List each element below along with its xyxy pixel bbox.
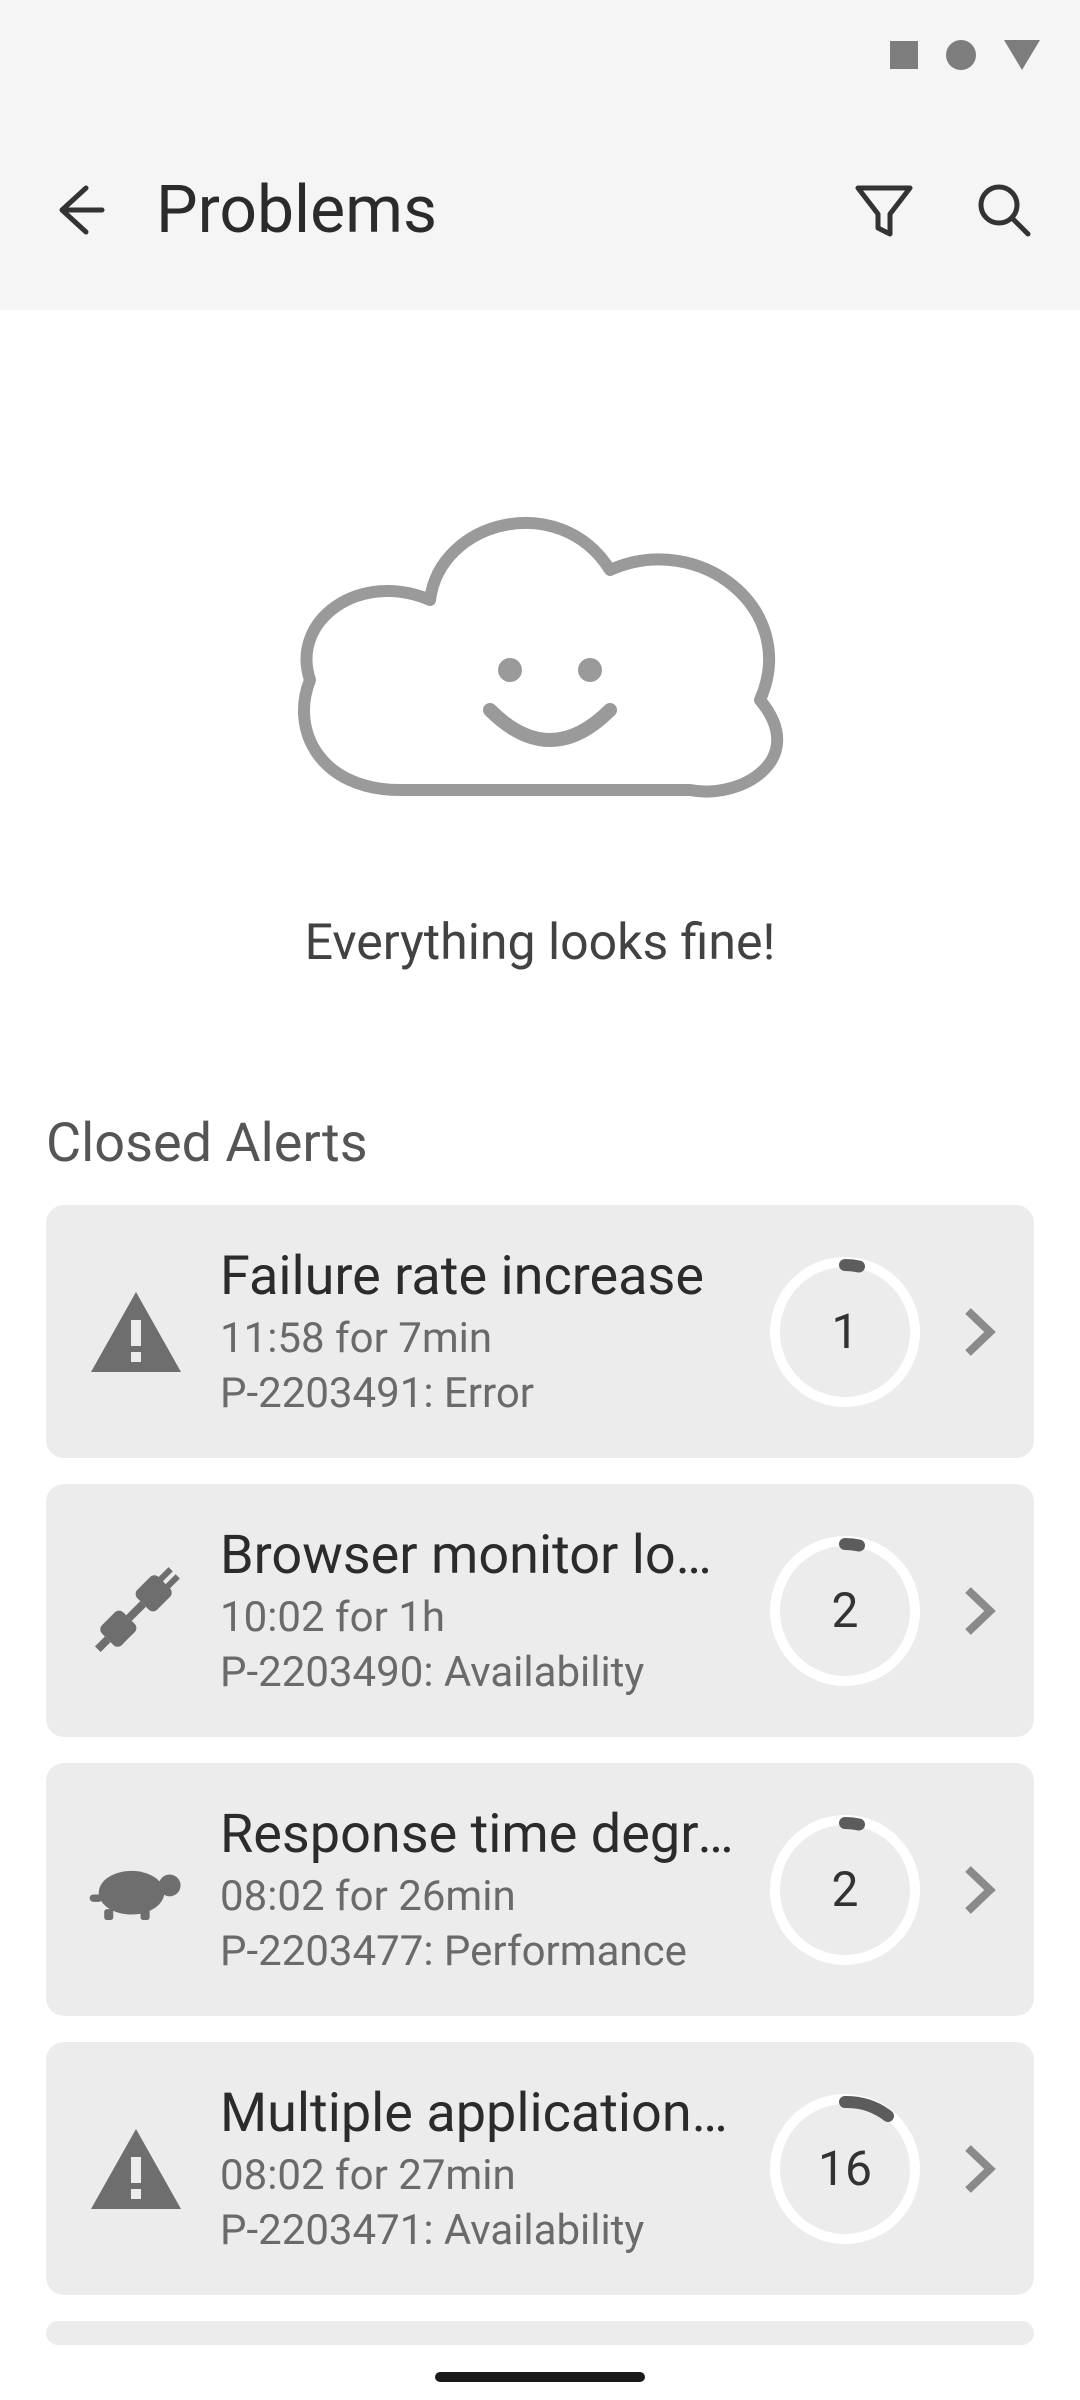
impact-ring: 2 [770, 1815, 920, 1965]
alert-title: Multiple application ... [220, 2082, 736, 2145]
arrow-left-icon [44, 178, 108, 242]
chevron-right-icon [962, 1586, 996, 1636]
back-button[interactable] [36, 170, 116, 250]
warning-triangle-icon [86, 2119, 186, 2219]
alert-meta: P-2203477: Performance [220, 1927, 736, 1976]
impact-ring: 2 [770, 1536, 920, 1686]
chevron-right-icon [962, 1865, 996, 1915]
impact-count: 2 [770, 1536, 920, 1686]
alert-body: Failure rate increase 11:58 for 7min P-2… [220, 1245, 736, 1418]
alert-card[interactable]: Failure rate increase 11:58 for 7min P-2… [46, 1205, 1034, 1458]
app-bar: Problems [0, 110, 1080, 310]
happy-cloud-icon [270, 460, 810, 840]
empty-state-message: Everything looks fine! [0, 914, 1080, 972]
search-icon [972, 178, 1036, 242]
alert-card[interactable]: Multiple application ... 08:02 for 27min… [46, 2042, 1034, 2295]
alert-body: Browser monitor loc... 10:02 for 1h P-22… [220, 1524, 736, 1697]
impact-ring: 1 [770, 1257, 920, 1407]
impact-count: 16 [770, 2094, 920, 2244]
status-triangle-icon [1004, 40, 1040, 70]
turtle-icon [86, 1840, 186, 1940]
alert-time: 08:02 for 27min [220, 2151, 736, 2200]
impact-count: 2 [770, 1815, 920, 1965]
alert-time: 08:02 for 26min [220, 1872, 736, 1921]
alert-meta: P-2203491: Error [220, 1369, 736, 1418]
alert-card[interactable]: Response time degra... 08:02 for 26min P… [46, 1763, 1034, 2016]
search-button[interactable] [964, 170, 1044, 250]
alert-title: Browser monitor loc... [220, 1524, 736, 1587]
disclosure-button[interactable] [954, 1307, 1004, 1357]
alert-title: Failure rate increase [220, 1245, 736, 1308]
alert-meta: P-2203490: Availability [220, 1648, 736, 1697]
empty-state: Everything looks fine! [0, 310, 1080, 1102]
impact-count: 1 [770, 1257, 920, 1407]
home-indicator[interactable] [435, 2372, 645, 2382]
alert-card[interactable]: Browser monitor loc... 10:02 for 1h P-22… [46, 1484, 1034, 1737]
closed-alerts-list: Failure rate increase 11:58 for 7min P-2… [0, 1205, 1080, 2345]
alert-card-partial[interactable] [46, 2321, 1034, 2345]
warning-triangle-icon [86, 1282, 186, 1382]
alert-title: Response time degra... [220, 1803, 736, 1866]
chevron-right-icon [962, 2144, 996, 2194]
alert-time: 10:02 for 1h [220, 1593, 736, 1642]
plug-icon [86, 1561, 186, 1661]
alert-body: Multiple application ... 08:02 for 27min… [220, 2082, 736, 2255]
disclosure-button[interactable] [954, 2144, 1004, 2194]
impact-ring: 16 [770, 2094, 920, 2244]
filter-button[interactable] [844, 170, 924, 250]
funnel-icon [852, 178, 916, 242]
page-title: Problems [156, 172, 804, 249]
status-square-icon [890, 41, 918, 69]
alert-time: 11:58 for 7min [220, 1314, 736, 1363]
status-circle-icon [946, 40, 976, 70]
chevron-right-icon [962, 1307, 996, 1357]
section-header-closed-alerts: Closed Alerts [0, 1102, 1080, 1205]
alert-meta: P-2203471: Availability [220, 2206, 736, 2255]
disclosure-button[interactable] [954, 1586, 1004, 1636]
alert-body: Response time degra... 08:02 for 26min P… [220, 1803, 736, 1976]
status-bar [0, 0, 1080, 110]
disclosure-button[interactable] [954, 1865, 1004, 1915]
